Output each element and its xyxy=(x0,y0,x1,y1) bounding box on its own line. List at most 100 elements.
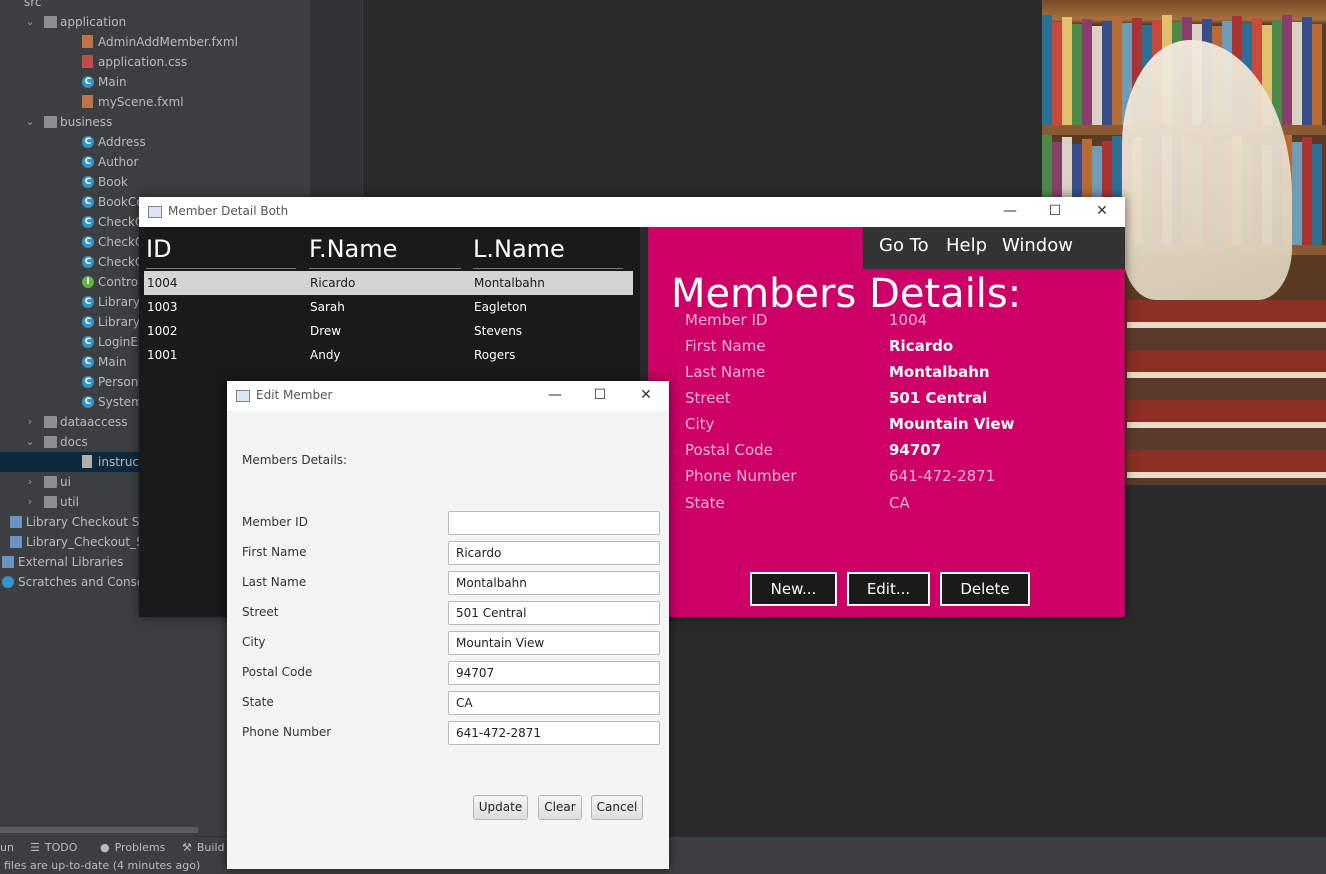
form-label: Street xyxy=(242,605,279,619)
tree-item[interactable]: C Book xyxy=(0,172,310,192)
class-icon: C xyxy=(82,356,94,368)
table-cell-last: Stevens xyxy=(474,324,523,338)
column-header-last-name[interactable]: L.Name xyxy=(473,235,565,263)
minimize-button[interactable]: — xyxy=(987,197,1033,225)
chevron-down-icon[interactable]: ⌄ xyxy=(24,112,36,132)
status-text: files are up-to-date (4 minutes ago) xyxy=(4,859,201,872)
tree-item[interactable]: ⌄ business xyxy=(0,112,310,132)
tree-item[interactable]: C Address xyxy=(0,132,310,152)
form-input-postal-code[interactable]: 94707 xyxy=(448,661,660,685)
new-button[interactable]: New... xyxy=(750,572,837,606)
menu-go-to[interactable]: Go To xyxy=(879,227,929,269)
tool-tab[interactable]: ● Problems xyxy=(100,837,165,859)
close-button[interactable]: ✕ xyxy=(1079,197,1125,225)
update-button[interactable]: Update xyxy=(473,795,528,820)
fxml-file-icon xyxy=(82,35,93,48)
class-icon: C xyxy=(82,376,94,388)
class-icon: C xyxy=(82,216,94,228)
tool-tab[interactable]: ☰ TODO xyxy=(30,837,77,859)
detail-value: Montalbahn xyxy=(889,363,990,381)
table-cell-first: Ricardo xyxy=(310,276,356,290)
chevron-down-icon[interactable]: ⌄ xyxy=(24,12,36,32)
tree-item[interactable]: AdminAddMember.fxml xyxy=(0,32,310,52)
form-input-last-name[interactable]: Montalbahn xyxy=(448,571,660,595)
detail-label: Postal Code xyxy=(685,441,773,459)
text-file-icon xyxy=(82,455,92,468)
close-button[interactable]: ✕ xyxy=(623,381,669,409)
form-input-city[interactable]: Mountain View xyxy=(448,631,660,655)
table-row[interactable]: 1003 Sarah Eagleton xyxy=(144,295,633,319)
maximize-button[interactable]: ☐ xyxy=(1032,197,1078,225)
class-icon: C xyxy=(82,76,94,88)
tool-tab-icon: ☰ xyxy=(30,841,40,854)
tree-item[interactable]: application.css xyxy=(0,52,310,72)
table-row[interactable]: 1004 Ricardo Montalbahn xyxy=(144,271,633,295)
table-row[interactable]: 1001 Andy Rogers xyxy=(144,343,633,367)
tool-tab-label: TODO xyxy=(44,841,78,854)
interface-icon: I xyxy=(82,276,94,288)
tool-tab[interactable]: un xyxy=(0,837,14,859)
tree-item[interactable]: myScene.fxml xyxy=(0,92,310,112)
folder-icon xyxy=(44,416,57,428)
cancel-button[interactable]: Cancel xyxy=(591,795,643,820)
tree-item[interactable]: ⌄ application xyxy=(0,12,310,32)
column-header-id[interactable]: ID xyxy=(146,235,172,263)
form-input-member-id[interactable] xyxy=(448,511,660,535)
form-label: Postal Code xyxy=(242,665,313,679)
tree-item-label: application.css xyxy=(98,55,188,69)
class-icon: C xyxy=(82,176,94,188)
book-spine xyxy=(1102,21,1112,125)
detail-label: Member ID xyxy=(685,311,768,329)
table-cell-first: Drew xyxy=(310,324,342,338)
folder-icon xyxy=(44,116,57,128)
tree-item-label: docs xyxy=(60,435,88,449)
detail-label: Phone Number xyxy=(685,467,797,485)
column-divider xyxy=(473,268,623,269)
form-input-first-name[interactable]: Ricardo xyxy=(448,541,660,565)
minimize-button[interactable]: — xyxy=(532,381,578,409)
delete-button[interactable]: Delete xyxy=(940,572,1030,606)
book-spine xyxy=(1062,17,1072,125)
detail-label: City xyxy=(685,415,715,433)
folder-icon xyxy=(44,16,57,28)
table-row[interactable]: 1002 Drew Stevens xyxy=(144,319,633,343)
table-cell-id: 1002 xyxy=(147,324,178,338)
column-header-first-name[interactable]: F.Name xyxy=(309,235,397,263)
maximize-button[interactable]: ☐ xyxy=(577,381,623,409)
class-icon: C xyxy=(82,136,94,148)
member-detail-titlebar[interactable]: Member Detail Both — ☐ ✕ xyxy=(139,197,1125,227)
source-folder-icon xyxy=(8,0,21,8)
table-cell-last: Rogers xyxy=(474,348,516,362)
chevron-right-icon[interactable]: › xyxy=(24,412,36,432)
tree-item[interactable]: C Main xyxy=(0,72,310,92)
detail-value: Ricardo xyxy=(889,337,954,355)
detail-value: 1004 xyxy=(889,311,928,329)
tree-item[interactable]: src xyxy=(0,0,310,12)
book-spine xyxy=(1292,142,1302,245)
edit-member-titlebar[interactable]: Edit Member — ☐ ✕ xyxy=(227,381,669,411)
horizontal-scrollbar[interactable] xyxy=(0,827,198,833)
book-spine xyxy=(1282,15,1292,125)
fxml-file-icon xyxy=(82,95,93,108)
tree-item-label: application xyxy=(60,15,127,29)
chevron-right-icon[interactable]: › xyxy=(24,472,36,492)
form-input-phone-number[interactable]: 641-472-2871 xyxy=(448,721,660,745)
tree-item[interactable]: C Author xyxy=(0,152,310,172)
chevron-down-icon[interactable]: ⌄ xyxy=(24,432,36,452)
form-input-state[interactable]: CA xyxy=(448,691,660,715)
menu-help[interactable]: Help xyxy=(946,227,987,269)
clear-button[interactable]: Clear xyxy=(538,795,582,820)
book-spine xyxy=(1052,22,1062,125)
tree-item-label: ui xyxy=(60,475,71,489)
form-input-street[interactable]: 501 Central xyxy=(448,601,660,625)
edit-button[interactable]: Edit... xyxy=(847,572,930,606)
tree-item-label: src xyxy=(24,0,42,9)
chevron-right-icon[interactable]: › xyxy=(24,492,36,512)
detail-label: Last Name xyxy=(685,363,766,381)
table-cell-id: 1001 xyxy=(147,348,178,362)
menu-window[interactable]: Window xyxy=(1002,227,1073,269)
tool-tab[interactable]: ⚒ Build xyxy=(182,837,225,859)
menu-bar: Go To Help Window xyxy=(863,227,1125,269)
folder-icon xyxy=(44,476,57,488)
table-cell-id: 1003 xyxy=(147,300,178,314)
